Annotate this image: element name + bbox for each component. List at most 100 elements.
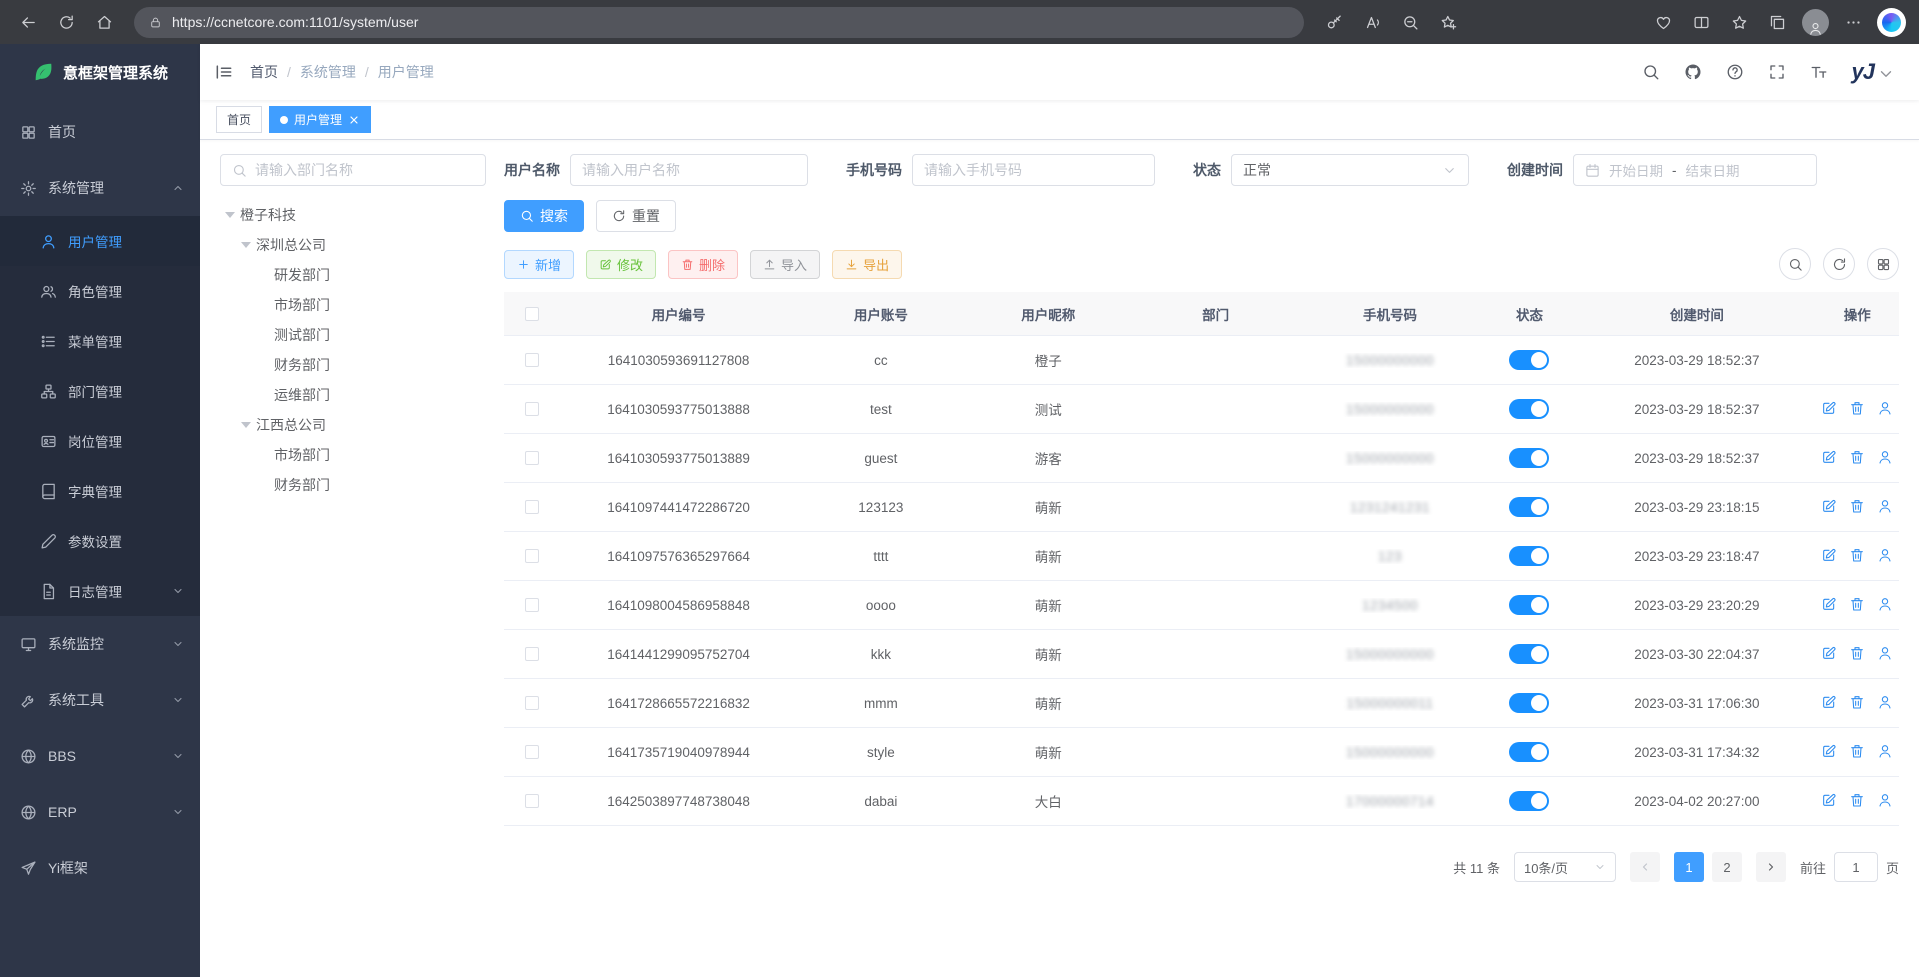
delete-icon[interactable]	[1849, 498, 1865, 514]
delete-button[interactable]: 删除	[668, 250, 738, 279]
sidebar-item[interactable]: Yi框架	[0, 840, 200, 896]
sidebar-item[interactable]: 菜单管理	[0, 316, 200, 366]
delete-icon[interactable]	[1849, 645, 1865, 661]
refresh-button[interactable]	[48, 5, 84, 39]
row-checkbox[interactable]	[525, 794, 539, 808]
tree-node[interactable]: 深圳总公司	[220, 230, 486, 260]
copilot-button[interactable]	[1873, 5, 1909, 39]
tree-node[interactable]: 测试部门	[220, 320, 486, 350]
edit-icon[interactable]	[1821, 498, 1837, 514]
edit-icon[interactable]	[1821, 547, 1837, 563]
status-toggle[interactable]	[1509, 546, 1549, 566]
sidebar-item[interactable]: BBS	[0, 728, 200, 784]
row-checkbox[interactable]	[525, 500, 539, 514]
tree-node[interactable]: 江西总公司	[220, 410, 486, 440]
sidebar-item[interactable]: 系统工具	[0, 672, 200, 728]
edit-icon[interactable]	[1821, 694, 1837, 710]
export-button[interactable]: 导出	[832, 250, 902, 279]
toggle-search-button[interactable]	[1779, 248, 1811, 280]
profile-button[interactable]	[1797, 5, 1833, 39]
tree-node[interactable]: 财务部门	[220, 470, 486, 500]
github-icon[interactable]	[1684, 63, 1702, 81]
status-toggle[interactable]	[1509, 595, 1549, 615]
status-toggle[interactable]	[1509, 644, 1549, 664]
row-checkbox[interactable]	[525, 696, 539, 710]
next-page-button[interactable]	[1756, 852, 1786, 882]
reset-password-icon[interactable]	[1877, 792, 1893, 808]
row-checkbox[interactable]	[525, 451, 539, 465]
table-row[interactable]: 1641098004586958848 oooo 萌新 1234500 2023…	[504, 581, 1899, 630]
edit-icon[interactable]	[1821, 645, 1837, 661]
delete-icon[interactable]	[1849, 792, 1865, 808]
table-row[interactable]: 1642503897748738048 dabai 大白 17000000714…	[504, 777, 1899, 826]
app-logo[interactable]: 意框架管理系统	[0, 44, 200, 100]
close-icon[interactable]	[348, 114, 360, 126]
tree-node[interactable]: 研发部门	[220, 260, 486, 290]
reset-password-icon[interactable]	[1877, 645, 1893, 661]
delete-icon[interactable]	[1849, 547, 1865, 563]
status-toggle[interactable]	[1509, 791, 1549, 811]
reset-password-icon[interactable]	[1877, 498, 1893, 514]
sidebar-item[interactable]: 岗位管理	[0, 416, 200, 466]
add-button[interactable]: 新增	[504, 250, 574, 279]
tree-node[interactable]: 市场部门	[220, 440, 486, 470]
back-button[interactable]	[10, 5, 46, 39]
status-toggle[interactable]	[1509, 448, 1549, 468]
goto-page-input[interactable]	[1834, 852, 1878, 882]
delete-icon[interactable]	[1849, 449, 1865, 465]
row-checkbox[interactable]	[525, 647, 539, 661]
tree-node[interactable]: 市场部门	[220, 290, 486, 320]
home-button[interactable]	[86, 5, 122, 39]
favorites-button[interactable]	[1721, 5, 1757, 39]
delete-icon[interactable]	[1849, 400, 1865, 416]
collections-button[interactable]	[1759, 5, 1795, 39]
prev-page-button[interactable]	[1630, 852, 1660, 882]
status-toggle[interactable]	[1509, 350, 1549, 370]
reset-password-icon[interactable]	[1877, 596, 1893, 612]
row-checkbox[interactable]	[525, 549, 539, 563]
sidebar-item[interactable]: 首页	[0, 104, 200, 160]
search-button[interactable]: 搜索	[504, 200, 584, 232]
table-row[interactable]: 1641097441472286720 123123 萌新 1231241231…	[504, 483, 1899, 532]
table-row[interactable]: 1641030593775013889 guest 游客 15000000000…	[504, 434, 1899, 483]
edit-icon[interactable]	[1821, 596, 1837, 612]
tree-node[interactable]: 橙子科技	[220, 200, 486, 230]
table-row[interactable]: 1641735719040978944 style 萌新 15000000000…	[504, 728, 1899, 777]
search-icon[interactable]	[1642, 63, 1660, 81]
breadcrumb-system[interactable]: 系统管理	[300, 62, 356, 82]
page-button[interactable]: 2	[1712, 852, 1742, 882]
sidebar-item[interactable]: 角色管理	[0, 266, 200, 316]
edit-button[interactable]: 修改	[586, 250, 656, 279]
reset-password-icon[interactable]	[1877, 547, 1893, 563]
edit-icon[interactable]	[1821, 449, 1837, 465]
page-button[interactable]: 1	[1674, 852, 1704, 882]
sidebar-item[interactable]: 用户管理	[0, 216, 200, 266]
sidebar-item[interactable]: 字典管理	[0, 466, 200, 516]
delete-icon[interactable]	[1849, 694, 1865, 710]
row-checkbox[interactable]	[525, 402, 539, 416]
sidebar-item[interactable]: 参数设置	[0, 516, 200, 566]
status-toggle[interactable]	[1509, 399, 1549, 419]
breadcrumb-home[interactable]: 首页	[250, 62, 278, 82]
reset-password-icon[interactable]	[1877, 743, 1893, 759]
table-row[interactable]: 1641030593691127808 cc 橙子 15000000000 20…	[504, 336, 1899, 385]
username-input[interactable]	[570, 154, 808, 186]
saved-password-button[interactable]	[1316, 5, 1352, 39]
status-select[interactable]: 正常	[1231, 154, 1469, 186]
dept-search-input[interactable]	[220, 154, 486, 186]
zoom-button[interactable]	[1392, 5, 1428, 39]
table-row[interactable]: 1641030593775013888 test 测试 15000000000 …	[504, 385, 1899, 434]
status-toggle[interactable]	[1509, 497, 1549, 517]
sidebar-item[interactable]: 系统管理	[0, 160, 200, 216]
split-screen-button[interactable]	[1683, 5, 1719, 39]
page-size-select[interactable]: 10条/页	[1514, 852, 1616, 882]
reset-password-icon[interactable]	[1877, 449, 1893, 465]
reset-button[interactable]: 重置	[596, 200, 676, 232]
tab-user-management[interactable]: 用户管理	[269, 106, 371, 133]
address-bar[interactable]: https://ccnetcore.com:1101/system/user	[134, 7, 1304, 38]
browser-essentials-button[interactable]	[1645, 5, 1681, 39]
read-aloud-button[interactable]	[1354, 5, 1390, 39]
row-checkbox[interactable]	[525, 745, 539, 759]
sidebar-item[interactable]: ERP	[0, 784, 200, 840]
status-toggle[interactable]	[1509, 693, 1549, 713]
